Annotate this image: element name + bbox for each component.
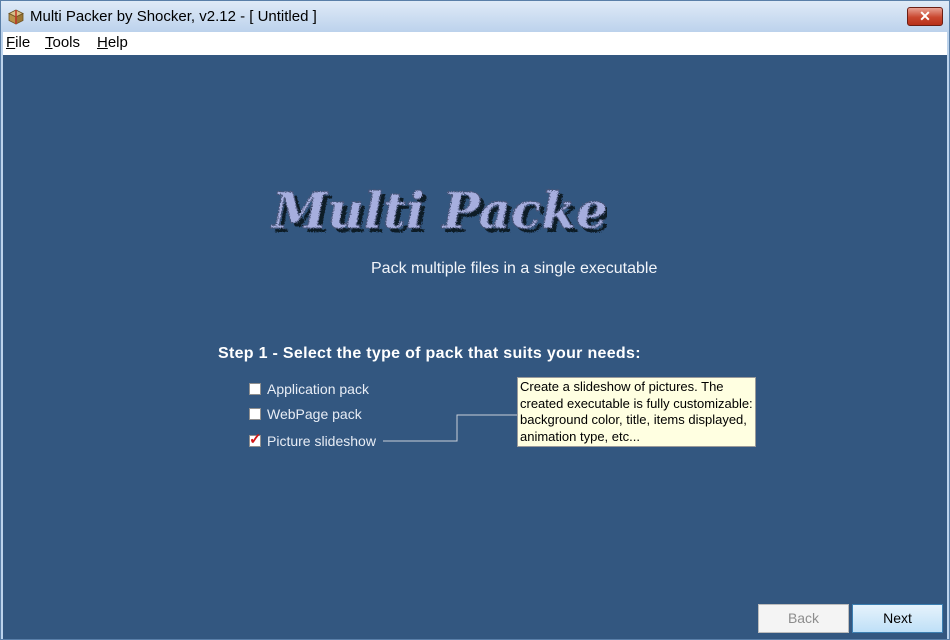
main-panel: Multi Packer Multi Packer Pack multiple … — [3, 55, 947, 639]
menu-file[interactable]: File — [6, 34, 30, 51]
close-icon: ✕ — [919, 8, 931, 24]
app-window: Multi Packer by Shocker, v2.12 - [ Untit… — [0, 0, 950, 640]
next-button[interactable]: Next — [852, 604, 943, 633]
menu-help[interactable]: Help — [97, 34, 128, 51]
close-button[interactable]: ✕ — [907, 7, 943, 26]
package-icon — [8, 9, 24, 25]
title-bar[interactable]: Multi Packer by Shocker, v2.12 - [ Untit… — [1, 1, 949, 32]
back-button[interactable]: Back — [758, 604, 849, 633]
menu-bar: File Tools Help — [3, 32, 947, 55]
description-tooltip: Create a slideshow of pictures. The crea… — [517, 377, 756, 447]
menu-tools[interactable]: Tools — [45, 34, 80, 51]
tooltip-connector — [383, 414, 517, 442]
window-title: Multi Packer by Shocker, v2.12 - [ Untit… — [30, 8, 317, 25]
